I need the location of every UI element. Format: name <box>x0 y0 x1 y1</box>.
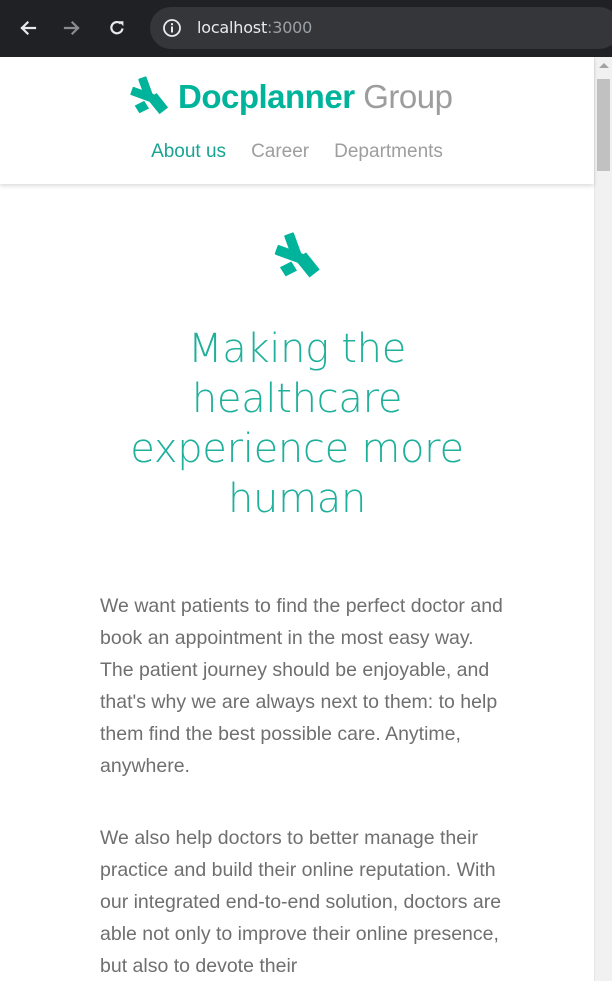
intro-paragraph: We want patients to find the perfect doc… <box>100 595 503 777</box>
logo-secondary-text: Group <box>354 78 453 115</box>
docplanner-star-icon <box>274 232 320 278</box>
site-header: Docplanner Group About us Career Departm… <box>0 57 594 184</box>
nav-career[interactable]: Career <box>251 141 309 167</box>
arrow-right-icon <box>63 20 80 36</box>
url-host: localhost <box>197 18 268 37</box>
forward-button[interactable] <box>58 14 86 42</box>
nav-departments[interactable]: Departments <box>334 141 443 167</box>
docplanner-star-icon <box>130 76 169 115</box>
logo-text: Docplanner Group <box>178 78 453 116</box>
main-content: Making the healthcare experience more hu… <box>0 184 594 981</box>
reload-button[interactable] <box>103 14 131 42</box>
arrow-left-icon <box>20 20 37 36</box>
scroll-up-arrow-icon[interactable] <box>599 63 609 68</box>
url-port: :3000 <box>267 18 313 37</box>
back-button[interactable] <box>14 14 42 42</box>
page-scrollbar[interactable] <box>594 57 612 981</box>
reload-icon <box>110 21 124 35</box>
hero-headline: Making the healthcare experience more hu… <box>130 326 464 522</box>
url-text: localhost:3000 <box>197 18 312 37</box>
browser-toolbar: localhost:3000 <box>0 0 612 57</box>
doctors-paragraph: We also help doctors to better manage th… <box>100 827 502 977</box>
site-logo[interactable]: Docplanner Group <box>128 75 453 119</box>
logo-primary-text: Docplanner <box>178 78 355 115</box>
main-nav: About us Career Departments <box>0 141 594 167</box>
scroll-thumb[interactable] <box>597 79 610 171</box>
nav-about-us[interactable]: About us <box>151 141 226 167</box>
info-icon[interactable] <box>162 18 182 38</box>
address-bar[interactable]: localhost:3000 <box>150 7 612 49</box>
